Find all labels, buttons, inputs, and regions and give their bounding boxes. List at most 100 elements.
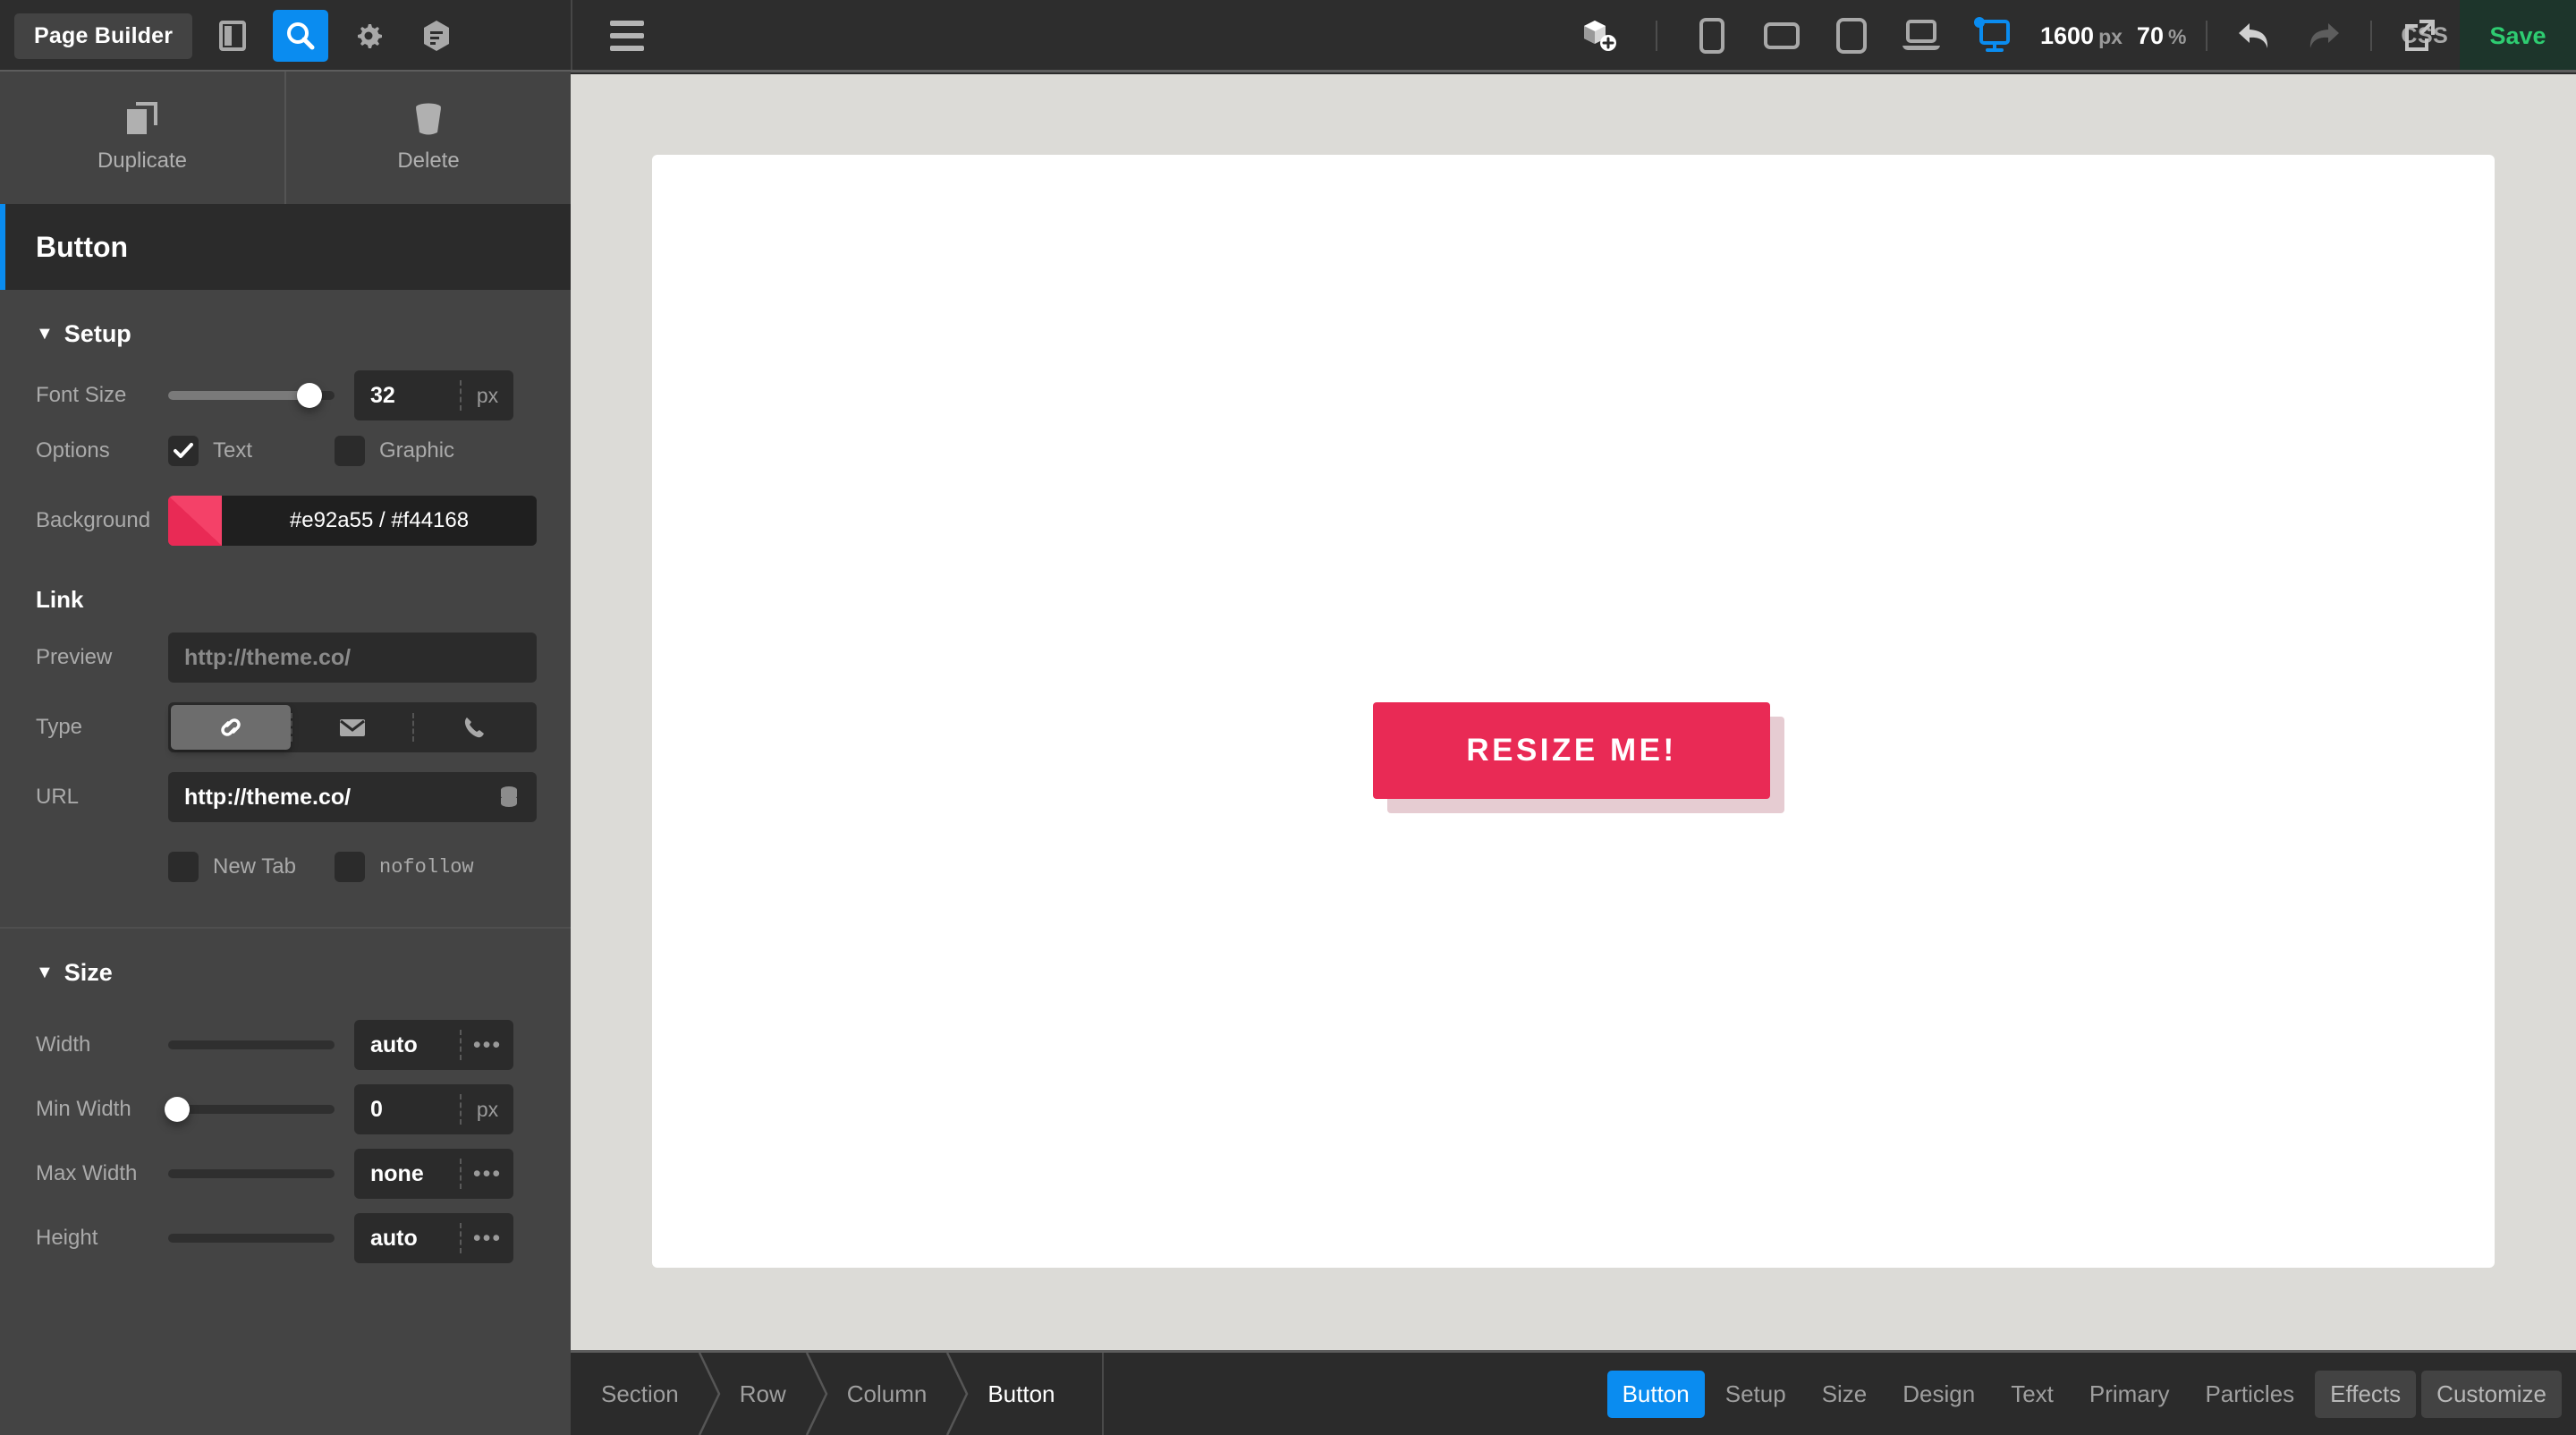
page-builder-brand-button[interactable]: Page Builder	[14, 13, 193, 59]
checkbox-box[interactable]	[168, 852, 199, 882]
option-text-checkbox[interactable]: Text	[168, 436, 335, 466]
url-input[interactable]: http://theme.co/	[168, 772, 537, 822]
background-color-value: #e92a55 / #f44168	[289, 508, 470, 532]
checkbox-box[interactable]	[335, 436, 365, 466]
max-width-more-options[interactable]: •••	[462, 1163, 513, 1185]
search-icon[interactable]	[273, 10, 329, 62]
options-label: Options	[36, 438, 110, 463]
zoom-readout[interactable]: 70 %	[2137, 22, 2187, 50]
font-size-slider[interactable]	[168, 383, 335, 408]
link-section-title: Link	[36, 586, 84, 613]
breadcrumb-item-section[interactable]: Section	[571, 1353, 721, 1435]
gear-icon[interactable]	[341, 10, 396, 62]
min-width-slider-thumb[interactable]	[165, 1097, 190, 1122]
max-width-label: Max Width	[36, 1161, 138, 1185]
height-value: auto	[370, 1225, 418, 1251]
desktop-icon[interactable]	[1956, 0, 2026, 72]
menu-icon[interactable]	[610, 21, 644, 51]
nofollow-checkbox[interactable]: nofollow	[335, 852, 474, 882]
height-more-options[interactable]: •••	[462, 1227, 513, 1250]
tools-divider-2	[2206, 21, 2208, 51]
checkbox-box[interactable]	[168, 436, 199, 466]
top-toolbar-left-group: Page Builder	[0, 0, 571, 72]
top-toolbar-right-group: 1600 px 70 % CSS Save	[572, 0, 2576, 72]
tools-divider-3	[2370, 21, 2373, 51]
link-flags-row: New Tab nofollow	[0, 839, 571, 895]
width-slider[interactable]	[168, 1040, 335, 1049]
phone-icon	[464, 718, 484, 738]
font-size-field[interactable]: 32 px	[354, 370, 513, 420]
new-tab-label: New Tab	[213, 854, 296, 879]
mobile-portrait-icon[interactable]	[1677, 0, 1747, 72]
layers-icon[interactable]	[409, 10, 464, 62]
font-size-slider-thumb[interactable]	[297, 383, 323, 408]
tab-button[interactable]: Button	[1606, 1370, 1705, 1418]
setup-section: ▼ Setup Font Size 32 px Options Text Gra…	[0, 290, 571, 548]
link-type-url-option[interactable]	[171, 705, 291, 750]
mobile-landscape-icon[interactable]	[1747, 0, 1817, 72]
duplicate-button[interactable]: Duplicate	[0, 72, 284, 204]
max-width-row: Max Width none •••	[0, 1146, 571, 1201]
save-button[interactable]: Save	[2460, 0, 2576, 72]
breadcrumb-item-column[interactable]: Column	[817, 1353, 969, 1435]
link-section: Link Preview http://theme.co/ Type URL h…	[0, 548, 571, 895]
height-slider[interactable]	[168, 1234, 335, 1243]
background-color-field[interactable]: #e92a55 / #f44168	[168, 496, 537, 546]
size-section-header[interactable]: ▼ Size	[0, 929, 571, 1006]
tab-effects[interactable]: Effects	[2315, 1370, 2417, 1418]
element-actions: Duplicate Delete	[0, 72, 571, 204]
width-field[interactable]: auto •••	[354, 1020, 513, 1070]
checkbox-box[interactable]	[335, 852, 365, 882]
chevron-right-icon	[805, 1353, 828, 1435]
setup-section-header[interactable]: ▼ Setup	[0, 290, 571, 368]
max-width-slider[interactable]	[168, 1169, 335, 1178]
tab-particles[interactable]: Particles	[2190, 1371, 2309, 1418]
bottom-tabs: Button Setup Size Design Text Primary Pa…	[1606, 1370, 2576, 1418]
tab-setup[interactable]: Setup	[1710, 1371, 1801, 1418]
preview-placeholder: http://theme.co/	[184, 644, 352, 670]
laptop-icon[interactable]	[1886, 0, 1956, 72]
tab-primary[interactable]: Primary	[2074, 1371, 2185, 1418]
tab-text[interactable]: Text	[1996, 1371, 2069, 1418]
link-type-email-option[interactable]	[292, 705, 412, 750]
delete-button[interactable]: Delete	[284, 72, 571, 204]
color-swatch[interactable]	[168, 496, 222, 546]
font-size-unit: px	[476, 383, 499, 407]
width-more-options[interactable]: •••	[462, 1034, 513, 1057]
zoom-value: 70	[2136, 21, 2164, 49]
max-width-field[interactable]: none •••	[354, 1149, 513, 1199]
tab-size[interactable]: Size	[1807, 1371, 1883, 1418]
cta-button-wrapper: RESIZE ME!	[1373, 702, 1784, 813]
width-value: auto	[370, 1032, 418, 1057]
new-tab-checkbox[interactable]: New Tab	[168, 852, 335, 882]
breadcrumb-item-button[interactable]: Button	[957, 1353, 1085, 1435]
add-block-icon[interactable]	[1566, 0, 1636, 72]
tab-design[interactable]: Design	[1887, 1371, 1990, 1418]
panel-toggle-icon[interactable]	[205, 10, 260, 62]
breadcrumb-divider	[1101, 1353, 1104, 1435]
min-width-field[interactable]: 0 px	[354, 1084, 513, 1134]
undo-redo-group	[2227, 8, 2351, 64]
breadcrumb-label: Button	[987, 1380, 1055, 1407]
preview-field[interactable]: http://theme.co/	[168, 633, 537, 683]
link-icon	[221, 718, 241, 736]
tablet-icon[interactable]	[1817, 0, 1886, 72]
undo-icon[interactable]	[2227, 8, 2283, 64]
redo-icon[interactable]	[2295, 8, 2351, 64]
external-link-icon[interactable]	[2379, 0, 2460, 72]
cta-button-label: RESIZE ME!	[1466, 733, 1677, 768]
cta-button[interactable]: RESIZE ME!	[1373, 702, 1770, 799]
breadcrumb-item-row[interactable]: Row	[709, 1353, 828, 1435]
height-field[interactable]: auto •••	[354, 1213, 513, 1263]
link-type-phone-option[interactable]	[414, 705, 534, 750]
height-label: Height	[36, 1226, 98, 1250]
size-section: ▼ Size Width auto ••• Min Width 0 px Max…	[0, 929, 571, 1266]
nofollow-label: nofollow	[379, 855, 474, 879]
option-graphic-checkbox[interactable]: Graphic	[335, 436, 454, 466]
tab-customize[interactable]: Customize	[2421, 1370, 2562, 1418]
canvas-area: RESIZE ME!	[571, 74, 2576, 1353]
viewport-width-readout[interactable]: 1600 px	[2040, 22, 2123, 50]
canvas-page[interactable]: RESIZE ME!	[652, 155, 2495, 1268]
database-icon[interactable]	[497, 785, 521, 810]
min-width-slider[interactable]	[165, 1097, 335, 1122]
